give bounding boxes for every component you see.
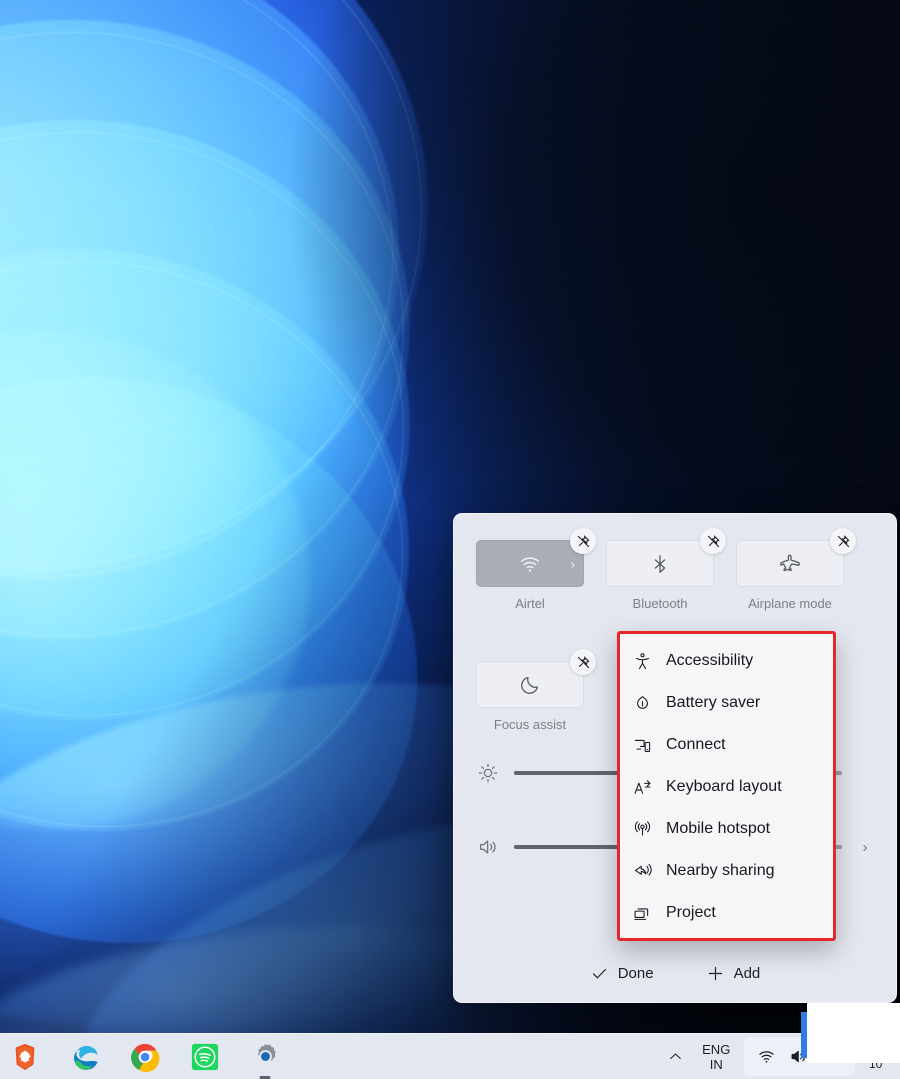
menu-item-keyboard-layout-label: Keyboard layout [666,778,782,795]
done-button-label: Done [617,964,654,982]
unpin-icon[interactable] [830,528,856,554]
wifi-icon [757,1047,776,1066]
menu-item-accessibility[interactable]: Accessibility [620,640,833,682]
menu-item-mobile-hotspot-label: Mobile hotspot [666,820,771,837]
taskbar: ENG IN 10 [0,1033,900,1079]
wallpaper-petal-3 [0,0,431,664]
spotify-icon [191,1043,219,1070]
add-button-label: Add [733,964,761,982]
taskbar-app-chrome[interactable] [126,1038,164,1076]
taskbar-app-spotify[interactable] [186,1038,224,1076]
wallpaper-petal-2 [0,0,451,636]
check-icon [590,964,609,983]
menu-item-battery-saver[interactable]: Battery saver [620,682,833,724]
desktop: › Airtel Bluetooth Airplane mode Focus a… [0,0,900,1079]
taskbar-app-running-indicator [259,1075,271,1079]
wallpaper-petal-1 [0,0,512,662]
quick-tile-wifi-button[interactable]: › [476,540,584,587]
moon-icon [519,674,541,696]
brightness-icon [476,762,500,784]
quick-tile-bluetooth-label: Bluetooth [632,596,688,611]
add-tile-context-menu: Accessibility Battery saver Connect Keyb… [617,631,836,941]
quick-tile-airplane-mode[interactable]: Airplane mode [736,528,856,611]
chevron-right-icon[interactable]: › [571,557,575,570]
chrome-icon [131,1043,160,1072]
wallpaper-crease-1 [0,0,504,656]
quick-tile-airplane-mode-label: Airplane mode [748,596,832,611]
screenshot-white-overlay [807,1003,900,1063]
wallpaper-petal-6 [0,297,492,1023]
quick-tile-bluetooth-button[interactable] [606,540,714,587]
menu-item-keyboard-layout[interactable]: Keyboard layout [620,766,833,808]
taskbar-app-brave[interactable] [6,1038,44,1076]
quick-tile-airplane-mode-button[interactable] [736,540,844,587]
menu-item-connect-label: Connect [666,736,726,753]
menu-item-project[interactable]: Project [620,892,833,934]
plus-icon [706,964,725,983]
nearby-sharing-icon [632,862,652,881]
quick-tile-focus-assist[interactable]: Focus assist [476,649,596,732]
menu-item-mobile-hotspot[interactable]: Mobile hotspot [620,808,833,850]
mobile-hotspot-icon [632,820,652,839]
wallpaper-crease-2 [0,0,443,631]
wallpaper-crease-3 [0,9,425,659]
connect-icon [632,736,652,755]
accessibility-icon [632,652,652,671]
wallpaper-petal-4 [0,97,431,743]
wallpaper-crease-4 [0,110,424,738]
quick-tile-wifi-label: Airtel [515,596,545,611]
airplane-icon [778,552,802,576]
battery-saver-icon [632,694,652,713]
quick-tile-bluetooth[interactable]: Bluetooth [606,528,726,611]
menu-item-nearby-sharing[interactable]: Nearby sharing [620,850,833,892]
done-button[interactable]: Done [581,959,663,988]
quick-settings-footer: Done Add [454,944,896,1002]
language-indicator[interactable]: ENG IN [692,1042,740,1072]
language-indicator-line1: ENG [702,1041,731,1057]
chevron-up-icon[interactable] [658,1048,692,1065]
chevron-right-icon[interactable]: › [856,840,874,855]
wallpaper-petal-5 [0,194,460,886]
quick-tile-focus-assist-button[interactable] [476,661,584,708]
menu-item-accessibility-label: Accessibility [666,652,754,669]
quick-tile-wifi[interactable]: › Airtel [476,528,596,611]
language-indicator-line2: IN [709,1056,723,1072]
menu-item-project-label: Project [666,904,716,921]
unpin-icon[interactable] [570,649,596,675]
taskbar-app-settings[interactable] [246,1038,284,1079]
wallpaper-crease-5 [0,207,453,881]
add-button[interactable]: Add [697,959,770,988]
menu-item-connect[interactable]: Connect [620,724,833,766]
menu-item-battery-saver-label: Battery saver [666,694,761,711]
settings-icon [257,1044,276,1063]
taskbar-app-edge[interactable] [66,1038,104,1076]
menu-item-nearby-sharing-label: Nearby sharing [666,862,775,879]
bluetooth-icon [649,553,671,575]
wallpaper-core-glow [0,330,310,830]
project-icon [632,904,652,923]
unpin-icon[interactable] [700,528,726,554]
brave-icon [15,1043,35,1070]
taskbar-app-list [0,1038,284,1079]
unpin-icon[interactable] [570,528,596,554]
wifi-icon [518,552,542,576]
quick-settings-tile-row-1: › Airtel Bluetooth Airplane mode [454,514,896,611]
keyboard-layout-icon [632,778,652,797]
volume-icon [476,836,500,858]
quick-tile-focus-assist-label: Focus assist [493,717,567,732]
edge-icon [73,1046,98,1071]
